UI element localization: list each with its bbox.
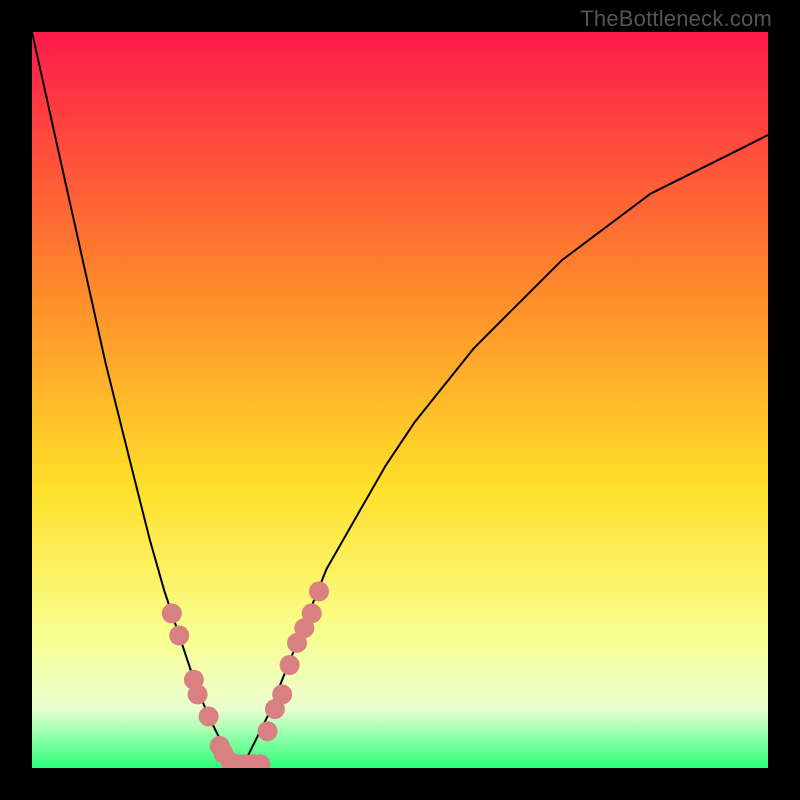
curve-dot <box>162 603 182 623</box>
curve-dot <box>199 707 219 727</box>
watermark-text: TheBottleneck.com <box>580 6 772 32</box>
curve-dot <box>302 603 322 623</box>
chart-plot-area <box>32 32 768 768</box>
curve-dot <box>272 684 292 704</box>
chart-svg <box>32 32 768 768</box>
curve-dot <box>188 684 208 704</box>
curve-dot <box>280 655 300 675</box>
gradient-background <box>32 32 768 768</box>
curve-dot <box>309 581 329 601</box>
chart-frame: TheBottleneck.com <box>0 0 800 800</box>
curve-dot <box>169 626 189 646</box>
curve-dot <box>258 721 278 741</box>
